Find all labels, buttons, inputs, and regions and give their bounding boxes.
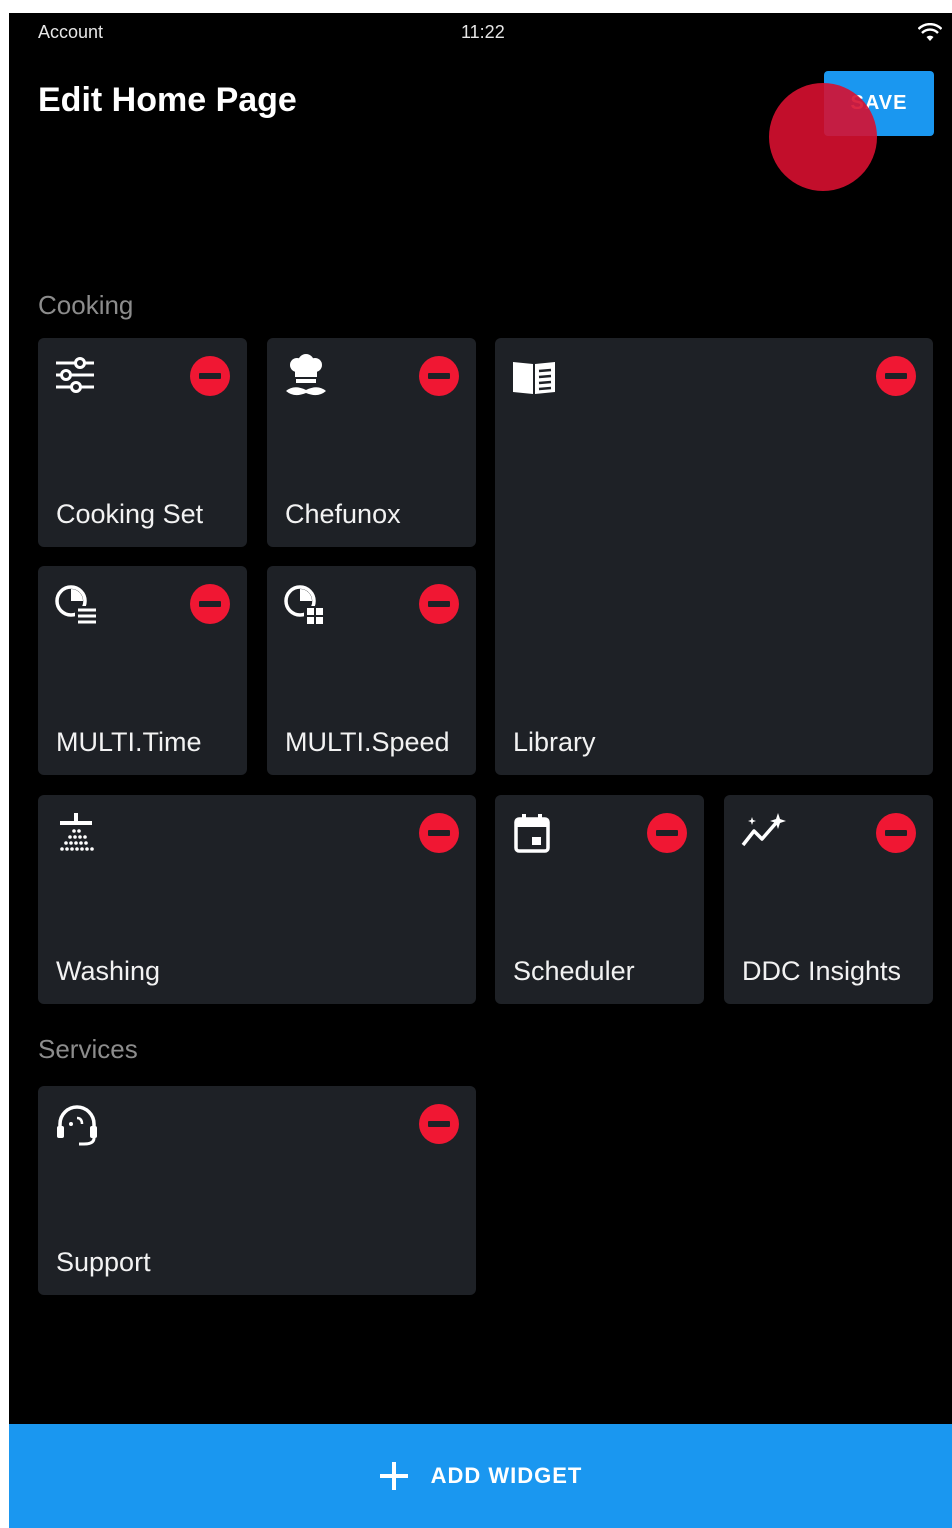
trend-icon	[741, 813, 786, 847]
tile-cooking-set[interactable]: Cooking Set	[38, 338, 247, 547]
remove-badge[interactable]	[876, 356, 916, 396]
status-bar: Account 11:22	[9, 13, 952, 51]
remove-badge[interactable]	[419, 356, 459, 396]
status-time: 11:22	[461, 22, 505, 42]
tile-label: Cooking Set	[56, 499, 204, 529]
shower-icon	[60, 813, 94, 851]
tile-chefunox[interactable]: Chefunox	[267, 338, 476, 547]
save-button[interactable]: SAVE	[824, 71, 934, 136]
timer-list-icon	[55, 585, 97, 625]
page-title: Edit Home Page	[38, 81, 297, 119]
tile-label: DDC Insights	[742, 956, 902, 986]
remove-badge[interactable]	[647, 813, 687, 853]
status-account: Account	[38, 22, 104, 42]
tile-washing[interactable]: Washing	[38, 795, 476, 1004]
tile-support[interactable]: Support	[38, 1086, 476, 1295]
book-icon	[513, 362, 555, 394]
calendar-icon	[514, 814, 550, 853]
tile-ddc-insights[interactable]: DDC Insights	[724, 795, 933, 1004]
remove-badge[interactable]	[419, 584, 459, 624]
chef-icon	[286, 354, 326, 396]
tile-label: Washing	[56, 956, 161, 986]
plus-icon	[379, 1462, 408, 1490]
remove-badge[interactable]	[419, 813, 459, 853]
section-title-services: Services	[38, 1034, 138, 1064]
tile-label: Chefunox	[285, 499, 401, 529]
remove-badge[interactable]	[876, 813, 916, 853]
headset-icon	[57, 1105, 97, 1146]
app-screen: Account 11:22 Edit Home Page SAVE Cookin…	[9, 13, 952, 1528]
timer-grid-icon	[284, 585, 326, 625]
tile-library[interactable]: Library	[495, 338, 933, 775]
tile-multi-time[interactable]: MULTI.Time	[38, 566, 247, 775]
tile-label: Support	[56, 1247, 151, 1277]
remove-badge[interactable]	[190, 356, 230, 396]
tile-multi-speed[interactable]: MULTI.Speed	[267, 566, 476, 775]
sliders-icon	[56, 357, 94, 393]
add-widget-button[interactable]: ADD WIDGET	[9, 1424, 952, 1528]
add-widget-label: ADD WIDGET	[430, 1463, 583, 1488]
tile-label: Scheduler	[513, 956, 635, 986]
tile-scheduler[interactable]: Scheduler	[495, 795, 704, 1004]
remove-badge[interactable]	[190, 584, 230, 624]
tile-label: MULTI.Time	[56, 727, 202, 757]
remove-badge[interactable]	[419, 1104, 459, 1144]
wifi-icon	[918, 23, 942, 41]
section-title-cooking: Cooking	[38, 290, 134, 320]
tile-label: Library	[513, 727, 596, 757]
tile-label: MULTI.Speed	[285, 727, 450, 757]
